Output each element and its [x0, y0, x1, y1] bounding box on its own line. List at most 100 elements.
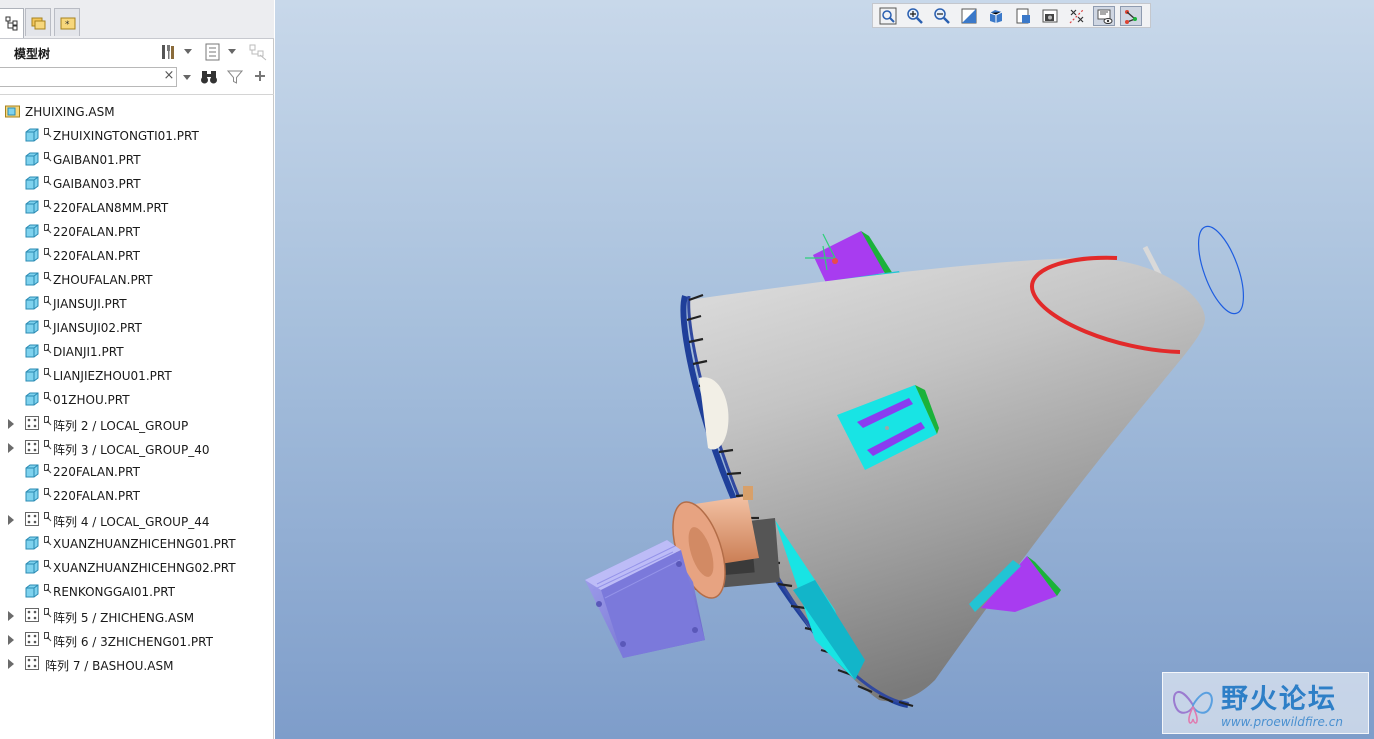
datum-display-button[interactable] [1066, 6, 1088, 26]
tree-root[interactable]: ZHUIXING.ASM [0, 102, 274, 122]
chevron-down-icon[interactable] [228, 49, 236, 55]
search-row: × [0, 67, 274, 89]
butterfly-logo-icon [1173, 691, 1213, 724]
view-manager-button[interactable] [1039, 6, 1061, 26]
pattern-icon [25, 632, 39, 649]
pattern-icon [25, 416, 39, 433]
model-tree-tab[interactable] [0, 8, 24, 38]
tree-item-part[interactable]: ZHUIXINGTONGTI01.PRT [0, 126, 274, 146]
display-style-button[interactable] [985, 6, 1007, 26]
annotation-display-icon [1125, 10, 1137, 24]
link-icon [44, 271, 52, 282]
chevron-down-icon[interactable] [183, 75, 191, 81]
saved-views-button[interactable] [1012, 6, 1034, 26]
expand-arrow-icon[interactable] [8, 635, 14, 645]
binoculars-icon[interactable] [200, 69, 218, 85]
repaint-button[interactable] [958, 6, 980, 26]
zoom-out-icon [934, 8, 950, 24]
zoom-out-button[interactable] [931, 6, 953, 26]
tree-item-part[interactable]: 220FALAN.PRT [0, 486, 274, 506]
tree-item-label: 220FALAN.PRT [53, 465, 140, 479]
folder-browser-tab[interactable] [25, 8, 51, 36]
tree-item-part[interactable]: 220FALAN.PRT [0, 246, 274, 266]
part-icon [25, 152, 39, 169]
expand-arrow-icon[interactable] [8, 443, 14, 453]
tree-item-label: RENKONGGAI01.PRT [53, 585, 175, 599]
tree-item-part[interactable]: GAIBAN01.PRT [0, 150, 274, 170]
show-list-icon[interactable] [204, 43, 222, 61]
part-icon [25, 392, 39, 409]
filter-icon[interactable] [227, 69, 243, 85]
tree-item-pattern[interactable]: 阵列 5 / ZHICHENG.ASM [0, 606, 274, 626]
link-icon [44, 535, 52, 546]
tree-item-part[interactable]: ZHOUFALAN.PRT [0, 270, 274, 290]
link-icon [44, 511, 52, 522]
tree-title: 模型树 [14, 47, 51, 61]
annotation-display-button[interactable] [1120, 6, 1142, 26]
tree-item-part[interactable]: RENKONGGAI01.PRT [0, 582, 274, 602]
tree-header: 模型树 [0, 39, 274, 65]
tree-item-part[interactable]: 220FALAN.PRT [0, 462, 274, 482]
graphics-window[interactable]: 野火论坛 www.proewildfire.cn [275, 0, 1374, 739]
tree-item-label: ZHUIXINGTONGTI01.PRT [53, 129, 199, 143]
favorites-tab[interactable]: * [54, 8, 80, 36]
link-icon [44, 319, 52, 330]
tree-item-label: LIANJIEZHOU01.PRT [53, 369, 172, 383]
settings-tools-icon[interactable] [160, 43, 180, 61]
tree-item-label: 阵列 3 / LOCAL_GROUP_40 [53, 443, 210, 457]
expand-arrow-icon[interactable] [8, 659, 14, 669]
tree-item-part[interactable]: 01ZHOU.PRT [0, 390, 274, 410]
tree-item-label: 220FALAN.PRT [53, 225, 140, 239]
tree-item-label: GAIBAN01.PRT [53, 153, 141, 167]
clear-search-icon[interactable]: × [162, 69, 176, 83]
link-icon [44, 295, 52, 306]
tree-item-label: ZHOUFALAN.PRT [53, 273, 153, 287]
folder-browser-icon [31, 17, 46, 30]
tree-item-label: GAIBAN03.PRT [53, 177, 141, 191]
saved-views-icon [1016, 8, 1030, 24]
search-input[interactable] [0, 67, 177, 87]
tree-item-part[interactable]: 220FALAN8MM.PRT [0, 198, 274, 218]
pattern-icon [25, 512, 39, 529]
link-icon [44, 463, 52, 474]
model-tree-panel: * 模型树 × ZHUIXING.ASM ZHUIXINGTONGTI01.PR… [0, 0, 274, 739]
tree-item-label: ZHUIXING.ASM [25, 105, 115, 119]
link-icon [44, 631, 52, 642]
tree-item-pattern[interactable]: 阵列 7 / BASHOU.ASM [0, 654, 274, 674]
tree-item-pattern[interactable]: 阵列 4 / LOCAL_GROUP_44 [0, 510, 274, 530]
part-icon [25, 560, 39, 577]
tree-item-part[interactable]: DIANJI1.PRT [0, 342, 274, 362]
tree-item-label: 220FALAN.PRT [53, 249, 140, 263]
spin-center-button[interactable] [1093, 6, 1115, 26]
tree-item-pattern[interactable]: 阵列 2 / LOCAL_GROUP [0, 414, 274, 434]
part-icon [25, 128, 39, 145]
tree-item-part[interactable]: JIANSUJI02.PRT [0, 318, 274, 338]
tree-item-pattern[interactable]: 阵列 6 / 3ZHICHENG01.PRT [0, 630, 274, 650]
part-icon [25, 224, 39, 241]
link-icon [44, 391, 52, 402]
tree-item-part[interactable]: XUANZHUANZHICEHNG02.PRT [0, 558, 274, 578]
tree-item-part[interactable]: LIANJIEZHOU01.PRT [0, 366, 274, 386]
expand-arrow-icon[interactable] [8, 515, 14, 525]
tree-item-pattern[interactable]: 阵列 3 / LOCAL_GROUP_40 [0, 438, 274, 458]
zoom-in-button[interactable] [904, 6, 926, 26]
panel-tabs: * [0, 0, 274, 39]
pattern-icon [25, 656, 39, 673]
tree-item-label: 阵列 7 / BASHOU.ASM [45, 659, 174, 673]
tree-item-part[interactable]: 220FALAN.PRT [0, 222, 274, 242]
link-icon [44, 583, 52, 594]
model-3d-view[interactable] [275, 0, 1374, 739]
add-icon[interactable] [253, 69, 267, 83]
cone-body [688, 257, 1205, 702]
tree-item-part[interactable]: JIANSUJI.PRT [0, 294, 274, 314]
tree-item-label: JIANSUJI.PRT [53, 297, 127, 311]
tree-item-label: 220FALAN.PRT [53, 489, 140, 503]
expand-arrow-icon[interactable] [8, 611, 14, 621]
link-icon [44, 415, 52, 426]
refit-button[interactable] [877, 6, 899, 26]
tree-item-part[interactable]: XUANZHUANZHICEHNG01.PRT [0, 534, 274, 554]
expand-arrow-icon[interactable] [8, 419, 14, 429]
chevron-down-icon[interactable] [184, 49, 192, 55]
tree-item-part[interactable]: GAIBAN03.PRT [0, 174, 274, 194]
view-toolbar [872, 3, 1151, 28]
